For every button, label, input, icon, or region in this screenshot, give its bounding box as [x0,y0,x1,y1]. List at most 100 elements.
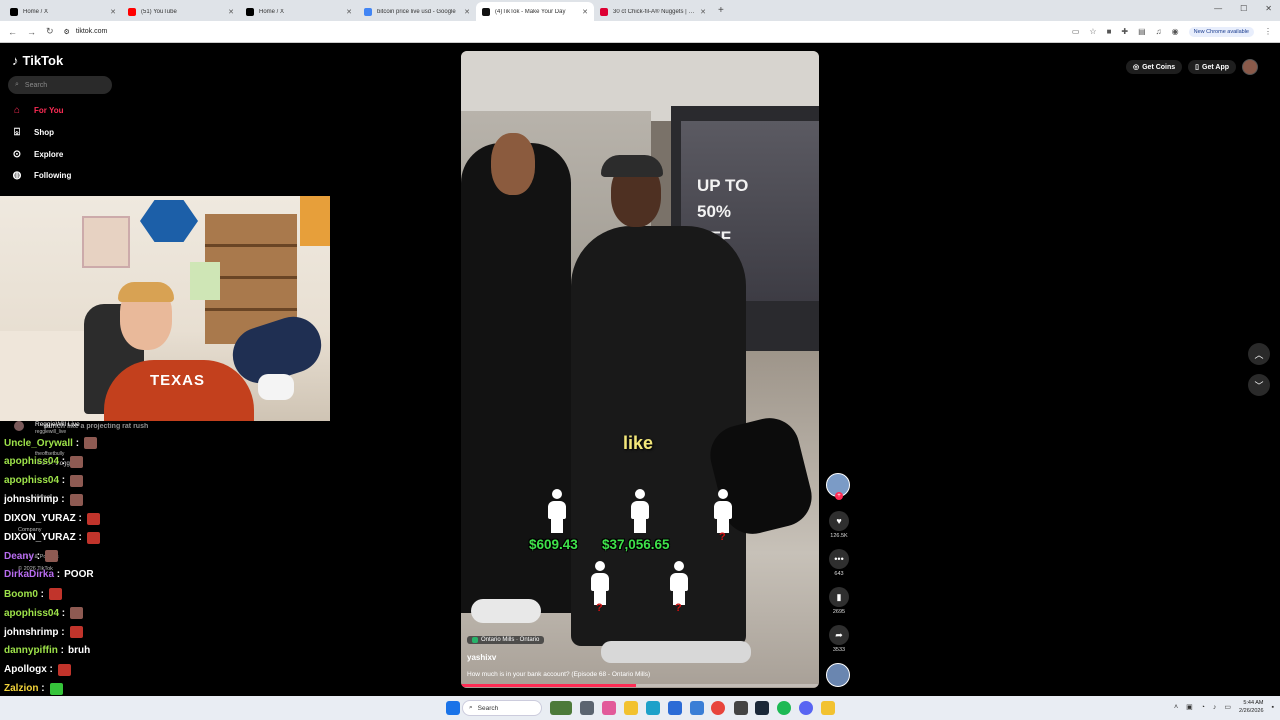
reload-icon[interactable]: ↻ [46,26,54,37]
sidepanel-icon[interactable]: ▤ [1138,27,1146,36]
chat-username[interactable]: Boom0 [4,589,38,600]
copilot-icon[interactable] [602,701,616,715]
url-field[interactable]: ⚙ tiktok.com [64,28,1062,36]
nav-for-you[interactable]: ⌂ For You [10,105,64,116]
chat-username[interactable]: apophiss04 [4,456,59,467]
taskbar-search[interactable]: ⌕ Search [462,700,542,716]
chat-username[interactable]: Apollogx [4,664,47,675]
creator-avatar[interactable]: + [826,473,850,500]
bookmark-star-icon[interactable]: ☆ [1089,27,1096,36]
discord-icon[interactable] [799,701,813,715]
tab-close-icon[interactable]: ✕ [464,8,470,16]
chat-message: DirkaDirka : POOR [4,569,94,580]
video-progress-bar[interactable] [461,684,819,687]
tray-app-icon[interactable]: ▣ [1186,703,1193,711]
tab-close-icon[interactable]: ✕ [582,8,588,16]
profile-icon[interactable]: ◉ [1172,27,1179,36]
chat-username[interactable]: Zalzion [4,683,38,694]
chat-emote-icon [84,437,98,449]
chat-username[interactable]: Deany [4,551,34,562]
nav-shop[interactable]: ⌺ Shop [10,127,54,138]
battery-icon[interactable]: ▭ [1224,703,1231,711]
windows-start-icon[interactable] [446,701,460,715]
tab-close-icon[interactable]: ✕ [346,8,352,16]
browser-tab[interactable]: Home / X ✕ [240,2,358,21]
chrome-icon[interactable] [711,701,725,715]
tiktok-logo[interactable]: ♪ TikTok [12,53,63,68]
person-figure-icon [668,561,690,607]
chat-username[interactable]: DirkaDirka [4,569,54,580]
share-arrow-icon[interactable]: ➦ [829,625,849,645]
tab-title: bitcoin price live usd - Google [377,8,456,15]
tab-close-icon[interactable]: ✕ [228,8,234,16]
chat-username[interactable]: Uncle_Orywall [4,438,73,449]
maximize-icon[interactable]: ☐ [1240,4,1247,13]
search-input[interactable]: ⌕ Search [8,76,112,94]
menu-icon[interactable]: ⋮ [1264,27,1272,36]
tab-close-icon[interactable]: ✕ [110,8,116,16]
video-author[interactable]: yashixv [467,653,496,662]
chat-username[interactable]: apophiss04 [4,475,59,486]
tab-favicon-icon [10,7,18,16]
steam-icon[interactable] [755,701,769,715]
widget-icon[interactable] [550,701,572,715]
extension-icon[interactable]: ■ [1107,27,1112,36]
comment-icon[interactable]: ••• [829,549,849,569]
notification-icon[interactable]: ▪ [1272,704,1274,711]
chat-username[interactable]: dannypiffin [4,645,58,656]
file-explorer-icon[interactable] [624,701,638,715]
nav-following[interactable]: ◍ Following [10,170,72,181]
browser-tab[interactable]: (51) YouTube ✕ [122,2,240,21]
chat-username[interactable]: DIXON_YURAZ [4,532,76,543]
site-info-icon[interactable]: ⚙ [64,28,70,36]
mail-icon[interactable] [690,701,704,715]
warning-app-icon[interactable] [821,701,835,715]
browser-tab[interactable]: bitcoin price live usd - Google ✕ [358,2,476,21]
edge-icon[interactable] [646,701,660,715]
browser-tab[interactable]: (4)TikTok - Make Your Day ✕ [476,2,594,21]
next-video-button[interactable]: ﹀ [1248,374,1270,396]
close-window-icon[interactable]: ✕ [1265,4,1272,13]
bookmark-icon[interactable]: ▮ [829,587,849,607]
spotify-icon[interactable] [777,701,791,715]
back-icon[interactable]: ← [8,27,17,37]
media-icon[interactable]: ♫ [1156,27,1162,36]
outlook-icon[interactable] [668,701,682,715]
tab-close-icon[interactable]: ✕ [700,8,706,16]
new-chrome-button[interactable]: New Chrome available [1188,26,1254,37]
chat-username[interactable]: DIXON_YURAZ [4,513,76,524]
puzzle-icon[interactable]: ✚ [1121,27,1128,36]
minimize-icon[interactable]: — [1214,4,1222,13]
task-view-icon[interactable] [580,701,594,715]
new-tab-icon[interactable]: + [718,5,724,16]
shopping-bag-icon: ⌺ [14,127,20,138]
follow-plus-icon[interactable]: + [835,492,843,500]
user-avatar[interactable] [1242,59,1258,75]
like-heart-icon[interactable]: ♥ [829,511,849,531]
chat-username[interactable]: apophiss04 [4,608,59,619]
network-icon[interactable]: ◔ [1201,704,1205,711]
browser-tab[interactable]: 30 ct Chick-fil-A® Nuggets | Ch ✕ [594,2,712,21]
tab-title: Home / X [259,8,285,15]
chat-separator: : [54,569,61,581]
volume-icon[interactable]: ♪ [1213,704,1217,711]
cast-icon[interactable]: ▭ [1072,27,1080,36]
chat-username[interactable]: johnshrimp [4,494,58,505]
caption-word: like [623,433,654,453]
browser-tab[interactable]: Home / X ✕ [4,2,122,21]
tray-chevron-icon[interactable]: ˄ [1174,704,1178,711]
forward-icon[interactable]: → [27,27,36,37]
music-disc-avatar[interactable] [826,663,850,687]
location-tag[interactable]: Ontario Mills · Ontario [467,636,545,644]
location-text: Ontario Mills · Ontario [481,637,540,643]
app-icon[interactable] [734,701,748,715]
nav-explore[interactable]: ⊙ Explore [10,149,64,160]
get-app-button[interactable]: ▯ Get App [1188,60,1236,74]
chat-message: DIXON_YURAZ : [4,531,100,544]
previous-video-button[interactable]: ︿ [1248,343,1270,365]
get-coins-button[interactable]: ◎ Get Coins [1126,60,1183,74]
streamer-webcam: TEXAS [0,196,330,421]
chat-username[interactable]: johnshrimp [4,627,58,638]
video-player[interactable]: UP TO 50% OFF like ? ? ? $609.43 $37,056… [461,51,819,688]
clock[interactable]: 5:44 AM 2/26/2026 [1239,699,1263,715]
